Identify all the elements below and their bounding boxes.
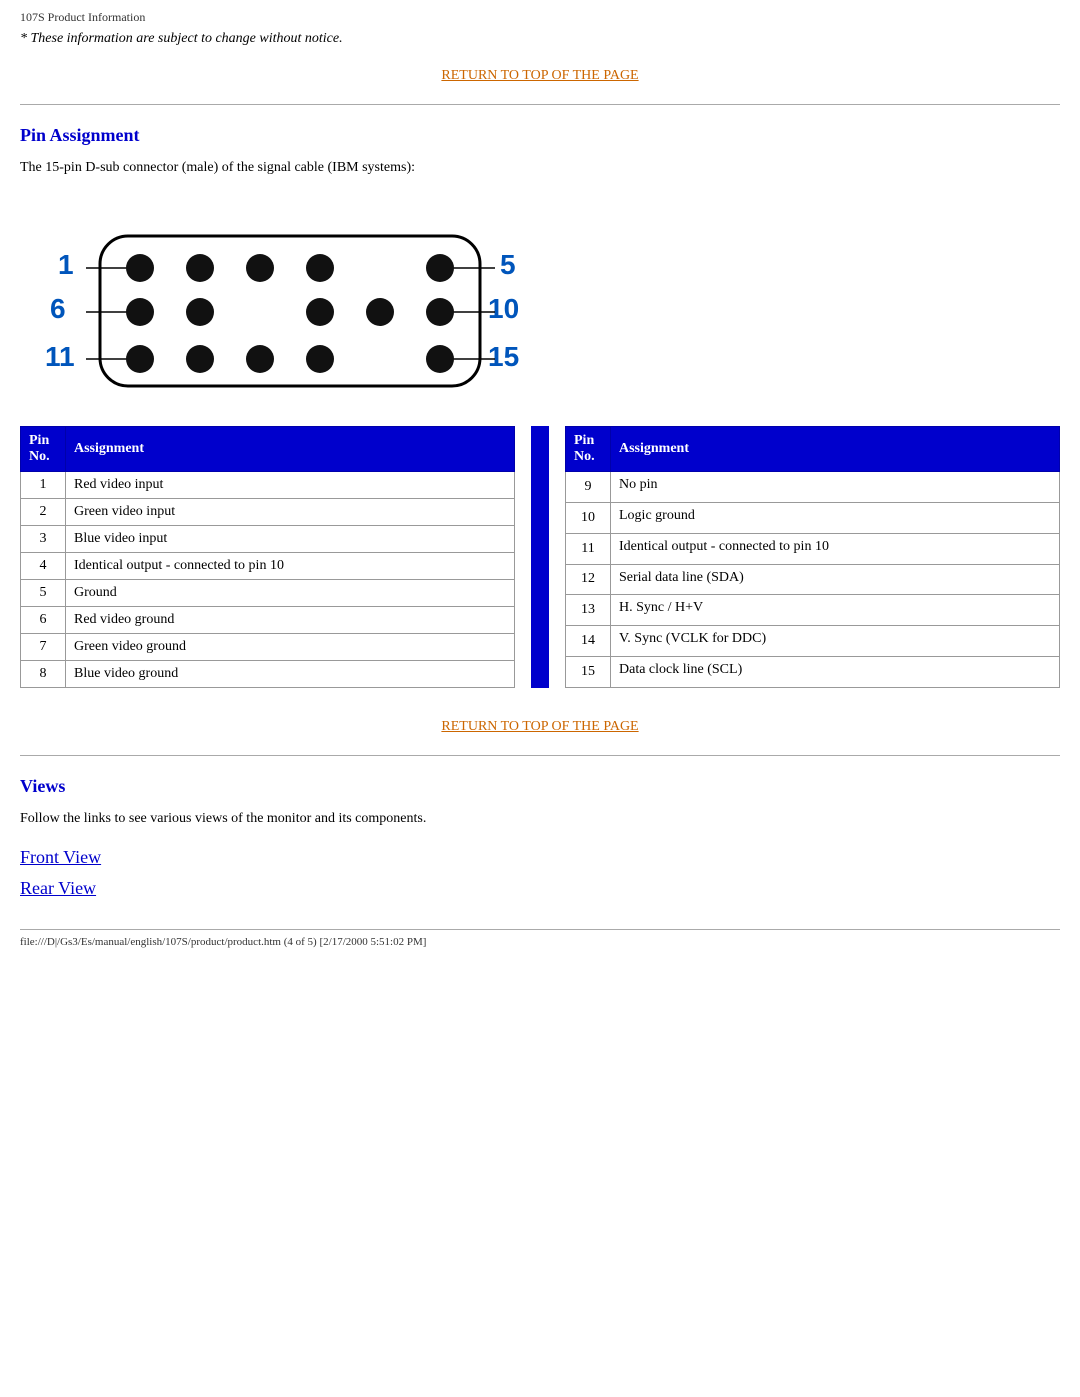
pin-number: 6 (21, 607, 66, 634)
pin-number: 3 (21, 526, 66, 553)
left-pin-table: Pin No. Assignment 1Red video input2Gree… (20, 426, 515, 688)
pin-assignment: Identical output - connected to pin 10 (611, 533, 1060, 564)
right-table-header-assignment: Assignment (611, 427, 1060, 472)
views-links: Front View Rear View (20, 847, 1060, 899)
return-link-bottom-container: RETURN TO TOP OF THE PAGE (20, 718, 1060, 735)
footer: file:///D|/Gs3/Es/manual/english/107S/pr… (20, 929, 1060, 948)
pin-tables-container: Pin No. Assignment 1Red video input2Gree… (20, 426, 1060, 688)
table-row: 14V. Sync (VCLK for DDC) (566, 626, 1060, 657)
svg-text:1: 1 (58, 249, 74, 280)
pin-assignment: V. Sync (VCLK for DDC) (611, 626, 1060, 657)
table-row: 5Ground (21, 580, 515, 607)
pin-assignment: Logic ground (611, 502, 1060, 533)
table-row: 8Blue video ground (21, 661, 515, 688)
table-row: 13H. Sync / H+V (566, 595, 1060, 626)
pin-number: 4 (21, 553, 66, 580)
return-to-top-link-2[interactable]: RETURN TO TOP OF THE PAGE (441, 719, 638, 734)
table-divider (531, 426, 549, 688)
connector-svg: 1 6 11 5 10 15 (40, 196, 560, 396)
divider-1 (20, 104, 1060, 105)
return-link-top-container: RETURN TO TOP OF THE PAGE (20, 67, 1060, 84)
subtitle: * These information are subject to chang… (20, 31, 1060, 47)
table-row: 6Red video ground (21, 607, 515, 634)
pin-assignment: Green video input (66, 499, 515, 526)
pin-assignment: Serial data line (SDA) (611, 564, 1060, 595)
pin-assignment: Red video input (66, 472, 515, 499)
right-table-header-pin: Pin No. (566, 427, 611, 472)
table-row: 11Identical output - connected to pin 10 (566, 533, 1060, 564)
return-to-top-link-1[interactable]: RETURN TO TOP OF THE PAGE (441, 68, 638, 83)
pin-number: 11 (566, 533, 611, 564)
pin-number: 1 (21, 472, 66, 499)
pin-assignment: Blue video ground (66, 661, 515, 688)
views-link-item[interactable]: Front View (20, 847, 1060, 868)
pin-number: 12 (566, 564, 611, 595)
pin-number: 2 (21, 499, 66, 526)
left-table-header-pin: Pin No. (21, 427, 66, 472)
pin-number: 10 (566, 502, 611, 533)
views-section: Views Follow the links to see various vi… (20, 776, 1060, 899)
table-row: 12Serial data line (SDA) (566, 564, 1060, 595)
table-row: 3Blue video input (21, 526, 515, 553)
pin-number: 5 (21, 580, 66, 607)
pin-assignment: Green video ground (66, 634, 515, 661)
table-row: 15Data clock line (SCL) (566, 657, 1060, 688)
pin-number: 8 (21, 661, 66, 688)
table-row: 7Green video ground (21, 634, 515, 661)
pin-assignment-desc: The 15-pin D-sub connector (male) of the… (20, 160, 1060, 176)
pin-number: 15 (566, 657, 611, 688)
pin-assignment: Identical output - connected to pin 10 (66, 553, 515, 580)
svg-text:11: 11 (45, 341, 75, 372)
svg-text:6: 6 (50, 293, 66, 324)
pin-assignment-title: Pin Assignment (20, 125, 1060, 146)
pin-assignment: Red video ground (66, 607, 515, 634)
pin-assignment-section: Pin Assignment The 15-pin D-sub connecto… (20, 125, 1060, 688)
table-row: 2Green video input (21, 499, 515, 526)
pin-assignment: Blue video input (66, 526, 515, 553)
views-desc: Follow the links to see various views of… (20, 811, 1060, 827)
divider-2 (20, 755, 1060, 756)
pin-number: 9 (566, 472, 611, 503)
pin-assignment: Ground (66, 580, 515, 607)
pin-assignment: Data clock line (SCL) (611, 657, 1060, 688)
page-header: 107S Product Information (20, 10, 1060, 25)
pin-number: 7 (21, 634, 66, 661)
pin-number: 14 (566, 626, 611, 657)
pin-number: 13 (566, 595, 611, 626)
footer-text: file:///D|/Gs3/Es/manual/english/107S/pr… (20, 936, 426, 948)
views-link-item[interactable]: Rear View (20, 878, 1060, 899)
left-table-header-assignment: Assignment (66, 427, 515, 472)
table-row: 4Identical output - connected to pin 10 (21, 553, 515, 580)
right-pin-table: Pin No. Assignment 9No pin10Logic ground… (565, 426, 1060, 688)
table-row: 9No pin (566, 472, 1060, 503)
views-title: Views (20, 776, 1060, 797)
table-row: 10Logic ground (566, 502, 1060, 533)
pin-assignment: No pin (611, 472, 1060, 503)
svg-text:10: 10 (488, 293, 519, 324)
connector-diagram: 1 6 11 5 10 15 (40, 196, 560, 396)
svg-text:5: 5 (500, 249, 516, 280)
pin-assignment: H. Sync / H+V (611, 595, 1060, 626)
svg-text:15: 15 (488, 341, 519, 372)
table-row: 1Red video input (21, 472, 515, 499)
